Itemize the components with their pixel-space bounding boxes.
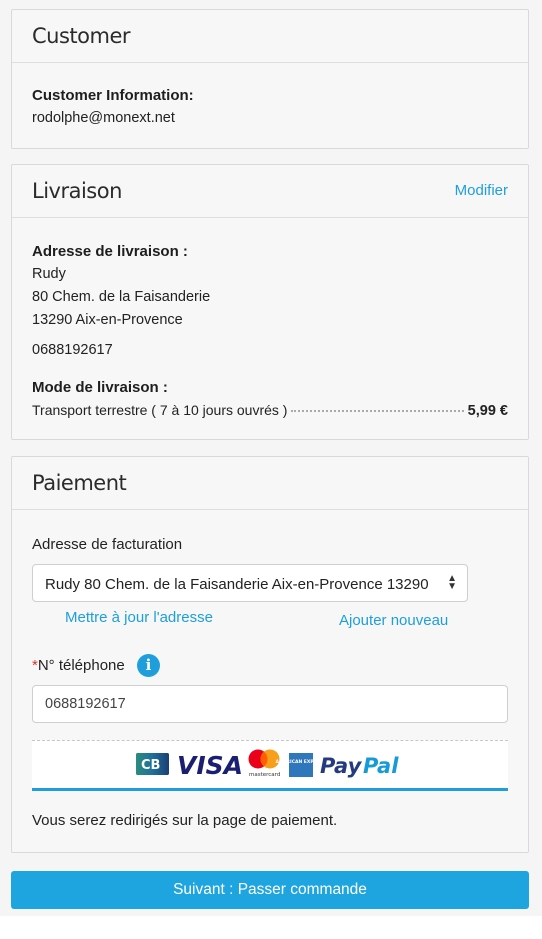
shipping-mode-label: Mode de livraison :	[32, 379, 168, 396]
livraison-title: Livraison	[32, 179, 122, 203]
shipping-mode-price: 5,99 €	[467, 403, 508, 419]
shipping-phone: 0688192617	[32, 342, 113, 358]
svg-text:CB: CB	[141, 758, 160, 773]
add-new-address-link[interactable]: Ajouter nouveau	[339, 612, 448, 629]
payment-logos-bar: CB VISA mastercard AMERICAN EXPRESS Pay …	[32, 740, 508, 791]
phone-label: *N° téléphone	[32, 657, 125, 674]
phone-label-text: N° téléphone	[37, 657, 125, 674]
billing-address-select[interactable]: Rudy 80 Chem. de la Faisanderie Aix-en-P…	[32, 564, 468, 602]
shipping-street: 80 Chem. de la Faisanderie	[32, 289, 211, 305]
customer-card-header: Customer	[12, 10, 528, 63]
cb-logo: CB	[136, 753, 169, 775]
visa-logo: VISA	[177, 751, 243, 780]
customer-info-label: Customer Information:	[32, 87, 194, 104]
amex-text: AMERICAN EXPRESS	[276, 759, 327, 765]
customer-card: Customer Customer Information: rodolphe@…	[11, 9, 529, 149]
shipping-mode-row: Transport terrestre ( 7 à 10 jours ouvré…	[32, 402, 508, 419]
update-address-link[interactable]: Mettre à jour l'adresse	[65, 609, 213, 626]
place-order-button[interactable]: Suivant : Passer commande	[11, 871, 529, 909]
shipping-city: 13290 Aix-en-Provence	[32, 312, 183, 328]
paypal-pal: Pal	[363, 754, 399, 778]
bottom-strip	[0, 916, 542, 939]
payment-logos-svg: CB VISA mastercard AMERICAN EXPRESS Pay …	[136, 749, 399, 780]
billing-address-label: Adresse de facturation	[32, 536, 183, 553]
modify-shipping-link[interactable]: Modifier	[455, 182, 508, 199]
customer-title: Customer	[32, 24, 131, 48]
paypal-pay: Pay	[320, 754, 363, 778]
shipping-address-label: Adresse de livraison :	[32, 243, 188, 260]
phone-input[interactable]	[32, 685, 508, 723]
paiement-card: Paiement Adresse de facturation Rudy 80 …	[11, 456, 529, 853]
livraison-card: Livraison Modifier Adresse de livraison …	[11, 164, 529, 440]
paiement-title: Paiement	[32, 471, 127, 495]
mastercard-text: mastercard	[249, 772, 280, 778]
livraison-card-header: Livraison Modifier	[12, 165, 528, 218]
dotted-leader	[291, 410, 464, 412]
shipping-mode-text: Transport terrestre ( 7 à 10 jours ouvré…	[32, 402, 288, 418]
paypal-logo: Pay Pal	[320, 754, 399, 778]
redirect-notice: Vous serez redirigés sur la page de paie…	[32, 812, 338, 829]
billing-address-value: Rudy 80 Chem. de la Faisanderie Aix-en-P…	[45, 576, 429, 593]
info-icon[interactable]: i	[137, 654, 160, 677]
amex-logo: AMERICAN EXPRESS	[276, 753, 327, 777]
shipping-name: Rudy	[32, 266, 66, 282]
customer-email: rodolphe@monext.net	[32, 110, 175, 126]
select-updown-icon: ▲ ▼	[447, 573, 457, 592]
paiement-card-header: Paiement	[12, 457, 528, 510]
